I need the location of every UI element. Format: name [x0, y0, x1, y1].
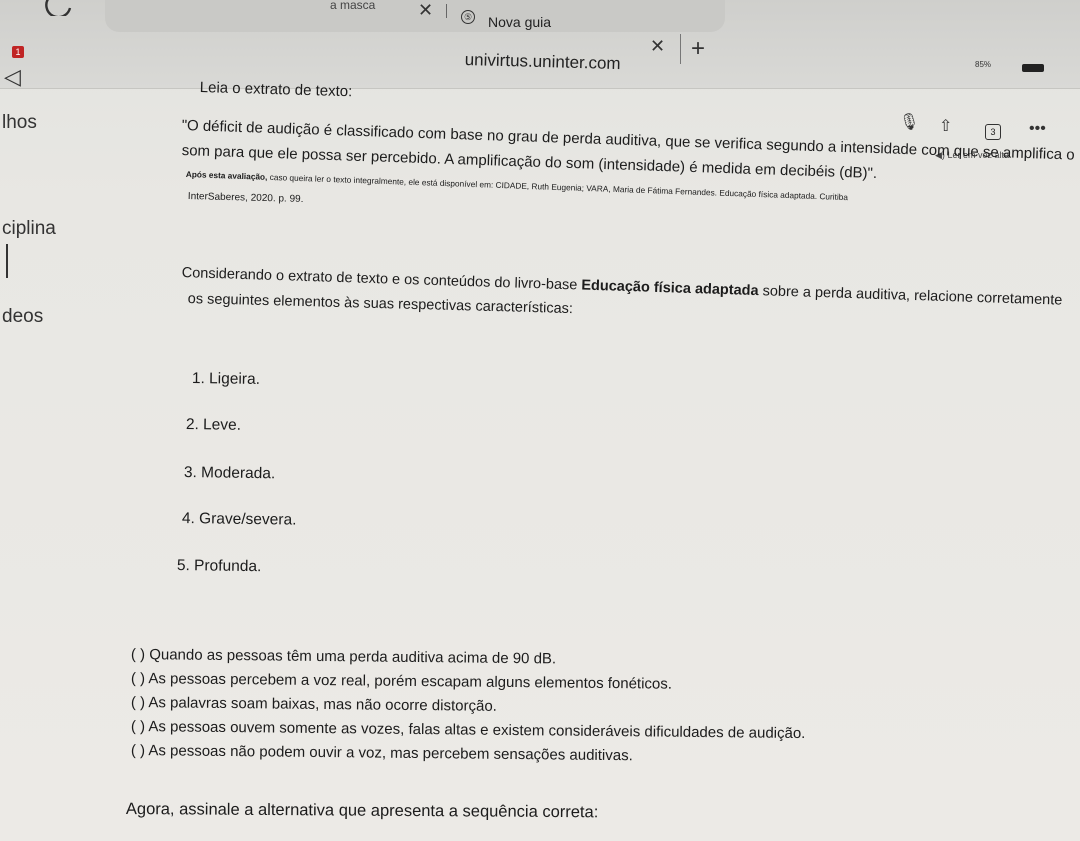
question-prompt-line-2: os seguintes elementos às suas respectiv…	[187, 291, 574, 318]
question-intro: Leia o extrato de texto:	[199, 79, 353, 101]
list-item: 2. Leve.	[185, 416, 242, 434]
prompt-text: Considerando o extrato de texto e os con…	[181, 265, 582, 294]
microphone-icon[interactable]: 🎙	[899, 112, 919, 132]
prompt-text: sobre a perda auditiva, relacione corret…	[758, 283, 1063, 309]
list-item: 1. Ligeira.	[191, 370, 261, 388]
book-title: Educação física adaptada	[581, 277, 759, 300]
share-icon[interactable]: ⇧	[939, 116, 952, 136]
final-instruction: Agora, assinale a alternativa que aprese…	[125, 800, 599, 822]
source-note-line-2: InterSaberes, 2020. p. 99.	[187, 191, 304, 206]
question-content: 🎙 ⇧ 3 ••• ◀) Ler em voz alta Leia o extr…	[0, 0, 1080, 841]
association-item: ( ) As pessoas não podem ouvir a voz, ma…	[130, 742, 633, 765]
association-item: ( ) As palavras soam baixas, mas não oco…	[130, 694, 497, 715]
more-icon[interactable]: •••	[1029, 120, 1046, 138]
list-item: 4. Grave/severa.	[181, 510, 297, 529]
source-note-bold: Após esta avaliação,	[185, 169, 268, 182]
tabs-icon[interactable]: 3	[985, 124, 1001, 140]
association-item: ( ) As pessoas percebem a voz real, poré…	[130, 670, 673, 693]
association-item: ( ) Quando as pessoas têm uma perda audi…	[130, 646, 557, 668]
association-item: ( ) As pessoas ouvem somente as vozes, f…	[130, 718, 806, 743]
page: a masca ✕ ⑤ Nova guia ✕ + 85% 1 ◁ univir…	[0, 0, 1080, 841]
list-item: 3. Moderada.	[183, 464, 276, 483]
list-item: 5. Profunda.	[176, 557, 262, 576]
